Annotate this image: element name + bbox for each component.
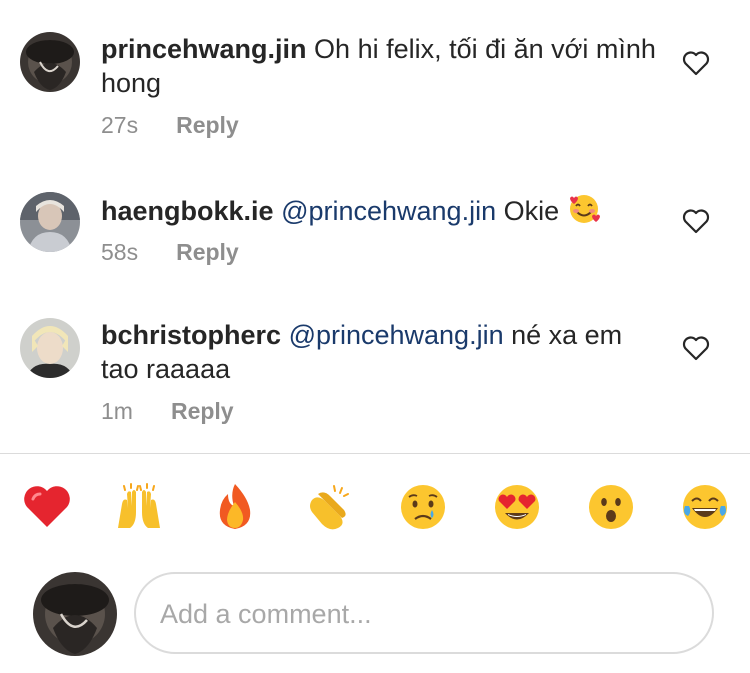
comment-body: Okie (503, 196, 560, 226)
raising-hands-icon[interactable] (114, 482, 164, 532)
reply-button[interactable]: Reply (171, 398, 234, 425)
comment-mention[interactable]: @princehwang.jin (289, 320, 504, 350)
reply-button[interactable]: Reply (176, 239, 239, 266)
comment-composer[interactable] (134, 572, 714, 654)
hushed-face-icon[interactable] (586, 482, 636, 532)
heart-eyes-icon[interactable] (492, 482, 542, 532)
heart-outline-icon[interactable] (682, 208, 710, 234)
current-user-avatar[interactable] (33, 572, 117, 656)
reply-button[interactable]: Reply (176, 112, 239, 139)
divider (0, 453, 750, 454)
comment-timestamp: 27s (101, 112, 139, 138)
comment-text: haengbokk.ie @princehwang.jin Okie (101, 192, 661, 228)
comment-username[interactable]: princehwang.jin (101, 34, 307, 64)
user-avatar[interactable] (20, 192, 80, 252)
smiling-face-with-hearts-icon (569, 195, 600, 223)
comment-text: princehwang.jin Oh hi felix, tối đi ăn v… (101, 32, 661, 100)
comment-timestamp: 1m (101, 398, 133, 424)
crying-face-icon[interactable] (398, 482, 448, 532)
comment-timestamp: 58s (101, 239, 139, 265)
comment-text: bchristopherc @princehwang.jin né xa em … (101, 318, 661, 386)
add-comment-input[interactable] (158, 574, 682, 654)
user-avatar[interactable] (20, 318, 80, 378)
red-heart-icon[interactable] (22, 482, 72, 532)
heart-outline-icon[interactable] (682, 50, 710, 76)
fire-icon[interactable] (210, 482, 260, 532)
user-avatar[interactable] (20, 32, 80, 92)
comment-mention[interactable]: @princehwang.jin (281, 196, 496, 226)
heart-outline-icon[interactable] (682, 335, 710, 361)
comment-username[interactable]: haengbokk.ie (101, 196, 274, 226)
comment-username[interactable]: bchristopherc (101, 320, 281, 350)
comment-meta: 1m Reply (101, 398, 234, 425)
tears-of-joy-icon[interactable] (680, 482, 730, 532)
comment-meta: 27s Reply (101, 112, 239, 139)
comment-meta: 58s Reply (101, 239, 239, 266)
clapping-hands-icon[interactable] (304, 482, 354, 532)
